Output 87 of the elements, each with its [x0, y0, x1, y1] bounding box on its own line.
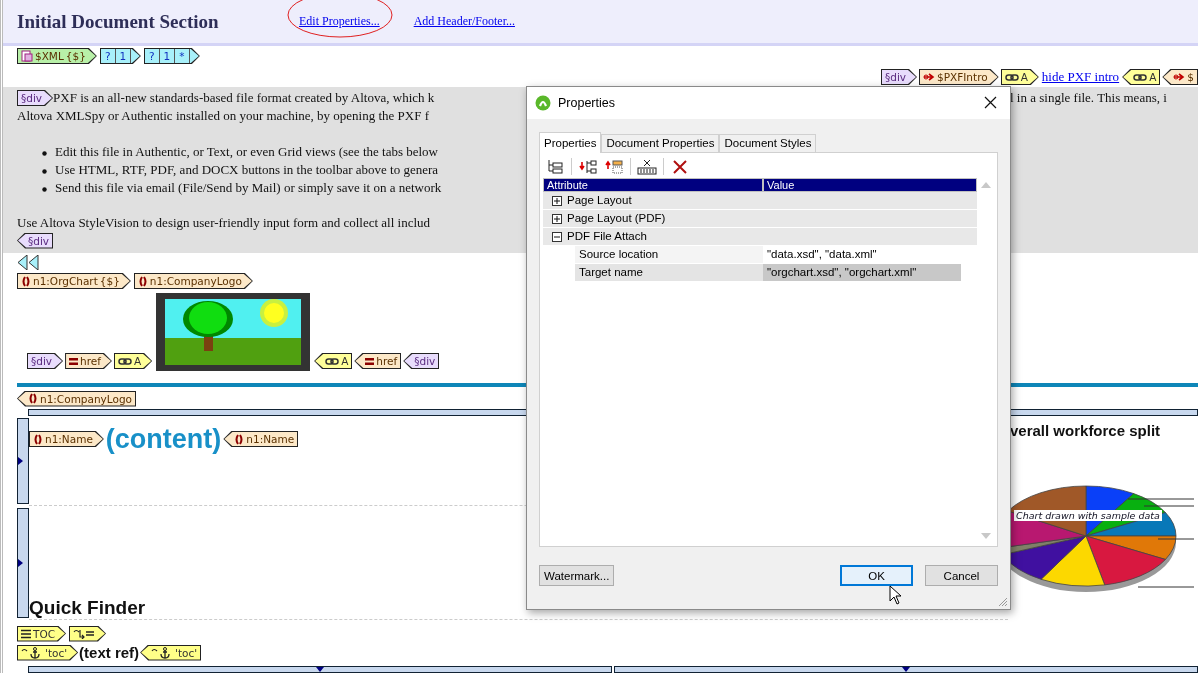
- brackets-icon: [33, 433, 43, 445]
- tag-label: §div: [28, 233, 50, 249]
- bullet-text: Send this file via email (File/Send by Mail) or simply save it on a network: [55, 179, 442, 197]
- tag-label: §div: [414, 355, 436, 367]
- tag-label: $: [1187, 71, 1194, 83]
- brackets-icon: [137, 275, 148, 287]
- tag-label: n1:Name: [45, 433, 93, 445]
- tag-label: §div: [884, 71, 906, 83]
- bullet-icon: [42, 150, 47, 156]
- dialog-tab[interactable]: Properties: [539, 131, 602, 153]
- tag-label: §div: [31, 355, 53, 367]
- property-row[interactable]: Source location "data.xsd", "data.xml": [543, 245, 977, 264]
- tag-label: A: [341, 355, 349, 367]
- tag-label: href: [376, 355, 398, 367]
- tag-label: n1:Name: [246, 433, 295, 445]
- equals-icon: [365, 356, 375, 366]
- tag-label: href: [80, 355, 101, 367]
- chain-icon: [117, 356, 132, 366]
- bullet-text: Use HTML, RTF, PDF, and DOCX buttons in the toolbar above to genera: [55, 161, 439, 179]
- chain-icon: [325, 356, 340, 366]
- column-handle[interactable]: [614, 666, 1198, 673]
- tag-label: n1:CompanyLogo: [149, 275, 242, 287]
- leader-line: [1137, 586, 1195, 588]
- paragraph-text: Altova XMLSpy or Authentic installed on your machine, by opening the PXF f: [17, 107, 429, 125]
- tag-label: $XML: [35, 50, 64, 62]
- tag-suffix: {$}: [99, 275, 120, 287]
- dialog-button[interactable]: Cancel: [925, 565, 998, 587]
- row-handle[interactable]: [17, 418, 29, 504]
- close-icon: [983, 96, 997, 110]
- row-handle[interactable]: [17, 508, 29, 618]
- tag-label: §div: [21, 91, 43, 106]
- dialog-tab[interactable]: Document Properties: [601, 133, 720, 152]
- paragraph-text: Use Altova StyleVision to design user-friendly input form and collect all includ: [17, 214, 431, 232]
- column-handle[interactable]: [28, 666, 612, 673]
- caret-icon: [18, 559, 23, 567]
- text-reference: (text ref): [79, 644, 140, 661]
- section-title: Initial Document Section: [17, 10, 220, 33]
- dialog-button[interactable]: OK: [840, 565, 913, 587]
- content-text: (content): [105, 426, 222, 452]
- collapse-icon[interactable]: [552, 231, 562, 242]
- section-heading: Quick Finder: [29, 597, 146, 619]
- tag-label: $PXFIntro: [937, 71, 988, 83]
- tag-label: 'toc': [175, 646, 198, 659]
- tag-label: n1:OrgChart: [33, 275, 98, 287]
- caret-icon: [18, 457, 23, 465]
- dialog-tab[interactable]: Document Styles: [719, 133, 817, 152]
- caret-icon: [902, 667, 910, 672]
- hide-intro-link[interactable]: hide PXF intro: [1041, 69, 1120, 85]
- leader-line: [1157, 538, 1195, 540]
- tag-label: n1:CompanyLogo: [40, 392, 132, 405]
- bullet-icon: [42, 168, 47, 174]
- header-link[interactable]: Add Header/Footer...: [413, 14, 515, 29]
- paragraph-text: PXF is an all-new standards-based file format created by Altova, which k: [53, 89, 435, 107]
- arrow-icon: [1173, 72, 1186, 82]
- tag-label: A: [1020, 71, 1028, 83]
- dialog-button[interactable]: Watermark...: [539, 565, 615, 587]
- dialog-title: Properties: [558, 95, 616, 110]
- tag-label: A: [1149, 71, 1157, 83]
- brackets-icon: [234, 433, 245, 445]
- chain-icon: [1133, 72, 1148, 82]
- arrow-icon: [923, 72, 935, 82]
- paragraph-text: l in a single file. This means, i: [1010, 89, 1168, 107]
- chart-note: Chart drawn with sample data: [1014, 510, 1162, 521]
- jump-icon: [73, 628, 95, 639]
- bullet-icon: [42, 186, 47, 192]
- brackets-icon: [21, 275, 31, 287]
- tag-label: A: [133, 355, 142, 367]
- tag-label: 'toc': [45, 646, 68, 659]
- brackets-icon: [28, 393, 38, 404]
- resize-grip-icon[interactable]: [998, 597, 1008, 607]
- leader-line: [1127, 498, 1195, 500]
- document-icon: [21, 50, 33, 62]
- equals-icon: [69, 356, 79, 366]
- cursor-icon: [889, 585, 903, 605]
- end-markers-icon: [17, 254, 41, 270]
- tag-label: TOC: [33, 627, 55, 640]
- tag-suffix: {$}: [65, 50, 86, 62]
- leader-line: [1143, 505, 1195, 507]
- bullet-text: Edit this file in Authentic, or Text, or even Grid views (see the tabs below: [55, 143, 438, 161]
- app-logo-icon: [535, 94, 551, 111]
- list-icon: [21, 628, 31, 639]
- column-header: Attribute: [543, 177, 763, 192]
- chart-title: verall workforce split: [1010, 422, 1162, 439]
- column-header: Value: [763, 177, 977, 192]
- caret-icon: [316, 667, 324, 672]
- chain-icon: [1004, 72, 1019, 82]
- property-row[interactable]: Target name "orgchart.xsd", "orgchart.xml": [543, 263, 977, 282]
